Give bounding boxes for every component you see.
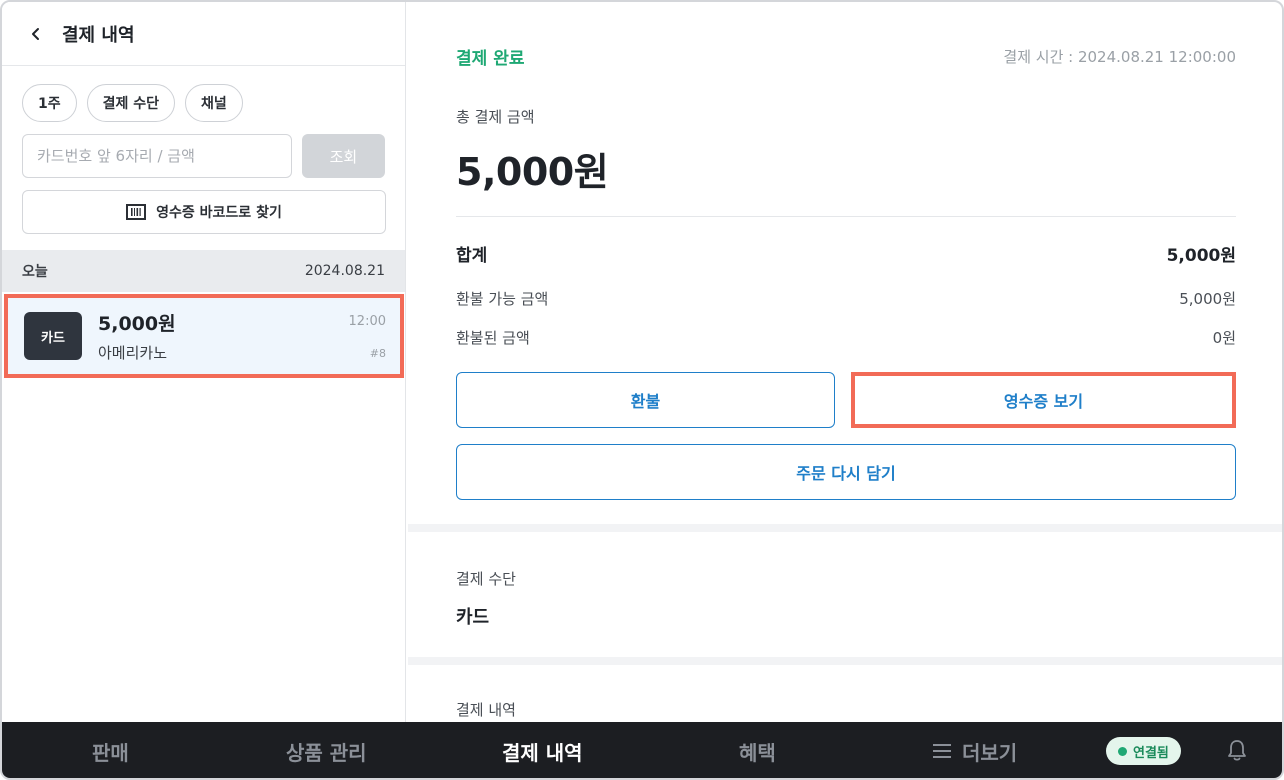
refund-button[interactable]: 환불: [456, 372, 835, 428]
payment-method-label: 결제 수단: [456, 570, 516, 588]
sum-value: 5,000원: [1166, 246, 1236, 266]
section-divider: [408, 657, 1282, 665]
section-divider: [408, 524, 1282, 532]
transaction-number: #8: [369, 347, 386, 360]
sum-label: 합계: [456, 246, 488, 266]
payment-history-label: 결제 내역: [456, 701, 516, 719]
transaction-list-panel: 결제 내역 1주 결제 수단 채널 조회 영수증 바코드로 찾기 오늘 2024…: [2, 2, 406, 722]
total-amount-label: 총 결제 금액: [456, 108, 535, 126]
nav-item-sales[interactable]: 판매: [92, 722, 129, 778]
date-group-value: 2024.08.21: [304, 263, 385, 279]
chevron-left-icon: [32, 27, 39, 40]
app-window: 결제 내역 1주 결제 수단 채널 조회 영수증 바코드로 찾기 오늘 2024…: [0, 0, 1284, 780]
nav-item-products[interactable]: 상품 관리: [286, 722, 367, 778]
filter-chips: 1주 결제 수단 채널: [2, 66, 405, 122]
transaction-detail-panel: 결제 완료 결제 시간 : 2024.08.21 12:00:00 총 결제 금…: [408, 2, 1282, 722]
transaction-list-item[interactable]: 카드 5,000원 아메리카노 12:00 #8: [4, 294, 404, 378]
divider: [456, 216, 1236, 217]
detail-summary: 결제 완료 결제 시간 : 2024.08.21 12:00:00 총 결제 금…: [408, 2, 1282, 500]
chip-payment-method[interactable]: 결제 수단: [86, 84, 176, 122]
refundable-value: 5,000원: [1179, 290, 1236, 308]
refunded-value: 0원: [1212, 329, 1236, 347]
back-button[interactable]: [24, 22, 48, 46]
barcode-icon: [126, 204, 147, 220]
refundable-label: 환불 가능 금액: [456, 290, 549, 308]
status-row: 결제 완료 결제 시간 : 2024.08.21 12:00:00: [456, 2, 1236, 110]
payment-type-badge: 카드: [24, 312, 82, 360]
search-input[interactable]: [22, 134, 292, 178]
date-group-label: 오늘: [22, 264, 48, 280]
chip-period[interactable]: 1주: [22, 84, 77, 122]
page-title: 결제 내역: [62, 24, 135, 46]
search-button[interactable]: 조회: [301, 134, 385, 178]
action-buttons: 환불 영수증 보기: [456, 372, 1236, 428]
bottom-navigation: 판매 상품 관리 결제 내역 혜택 더보기 연결됨: [2, 722, 1282, 778]
total-amount: 5,000원: [456, 150, 609, 194]
transaction-info: 5,000원 아메리카노: [98, 309, 176, 363]
view-receipt-button[interactable]: 영수증 보기: [851, 372, 1236, 428]
date-group-header: 오늘 2024.08.21: [2, 250, 405, 292]
nav-item-payments[interactable]: 결제 내역: [502, 722, 583, 778]
reorder-button[interactable]: 주문 다시 담기: [456, 444, 1236, 500]
transaction-amount: 5,000원: [98, 313, 176, 335]
payment-method-section: 결제 수단 카드: [408, 532, 1282, 629]
transaction-product: 아메리카노: [98, 344, 168, 362]
connection-status-label: 연결됨: [1133, 745, 1169, 761]
chip-channel[interactable]: 채널: [185, 84, 243, 122]
bell-icon: [1228, 740, 1246, 761]
refundable-row: 환불 가능 금액 5,000원: [456, 288, 1236, 309]
left-header: 결제 내역: [2, 2, 405, 66]
barcode-search-button[interactable]: 영수증 바코드로 찾기: [22, 190, 386, 234]
notification-button[interactable]: [1226, 738, 1248, 766]
transaction-time: 12:00: [348, 314, 386, 329]
menu-icon: [932, 742, 952, 760]
refunded-row: 환불된 금액 0원: [456, 327, 1236, 348]
payment-status: 결제 완료: [456, 48, 525, 69]
refunded-label: 환불된 금액: [456, 329, 530, 347]
sum-row: 합계 5,000원: [456, 241, 1236, 266]
payment-time: 결제 시간 : 2024.08.21 12:00:00: [1003, 47, 1236, 66]
nav-item-more-label: 더보기: [962, 740, 1018, 765]
nav-item-more[interactable]: 더보기: [932, 722, 1018, 778]
barcode-search-label: 영수증 바코드로 찾기: [156, 205, 282, 221]
connection-status-badge: 연결됨: [1106, 737, 1181, 765]
payment-method-value: 카드: [456, 607, 490, 628]
nav-item-benefits[interactable]: 혜택: [739, 722, 776, 778]
status-dot: [1118, 746, 1127, 756]
search-row: 조회: [2, 122, 405, 178]
